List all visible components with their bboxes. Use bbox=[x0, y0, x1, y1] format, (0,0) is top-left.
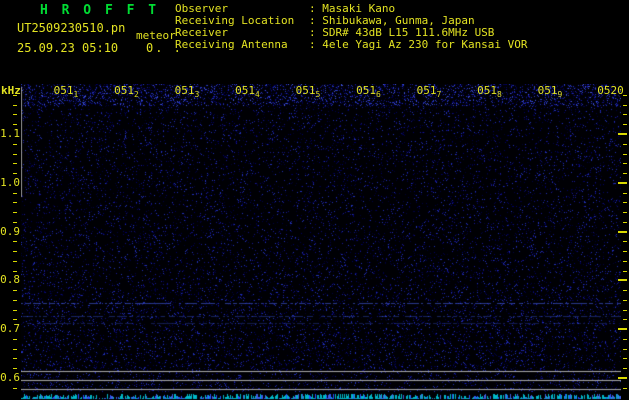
time-tick-label: 0515 bbox=[296, 84, 321, 97]
freq-minor-tick-right bbox=[623, 251, 627, 252]
freq-minor-tick-left bbox=[13, 114, 17, 115]
station-info-block: Observer: Masaki KanoReceiving Location:… bbox=[175, 3, 528, 51]
freq-minor-tick-left bbox=[13, 339, 17, 340]
time-tick-label: 0514 bbox=[235, 84, 260, 97]
freq-minor-tick-left bbox=[13, 388, 17, 389]
freq-minor-tick-right bbox=[623, 193, 627, 194]
freq-minor-tick-left bbox=[13, 124, 17, 125]
info-value: : 4ele Yagi Az 230 for Kansai VOR bbox=[309, 38, 528, 51]
freq-minor-tick-right bbox=[623, 368, 627, 369]
freq-major-tick-right bbox=[618, 182, 627, 184]
hrofft-spectrogram-screenshot: H R O F F T UT2509230510.pn meteor 25.09… bbox=[0, 0, 629, 400]
freq-minor-tick-right bbox=[623, 261, 627, 262]
time-tick-label: 0511 bbox=[54, 84, 79, 97]
freq-tick-label: 1.0 bbox=[0, 177, 20, 189]
observation-datetime: 25.09.23 05:10 bbox=[17, 41, 118, 55]
freq-minor-tick-right bbox=[623, 202, 627, 203]
freq-minor-tick-left bbox=[13, 271, 17, 272]
freq-tick-label: 0.6 bbox=[0, 372, 20, 384]
app-title: H R O F F T bbox=[40, 3, 159, 18]
freq-major-tick-right bbox=[618, 328, 627, 330]
freq-major-tick-right bbox=[618, 133, 627, 135]
freq-minor-tick-left bbox=[13, 95, 17, 96]
freq-minor-tick-right bbox=[623, 358, 627, 359]
freq-minor-tick-right bbox=[623, 290, 627, 291]
freq-minor-tick-right bbox=[623, 300, 627, 301]
time-tick-label: 0519 bbox=[538, 84, 563, 97]
freq-minor-tick-left bbox=[13, 222, 17, 223]
freq-minor-tick-left bbox=[13, 163, 17, 164]
freq-minor-tick-left bbox=[13, 193, 17, 194]
freq-minor-tick-right bbox=[623, 339, 627, 340]
freq-minor-tick-left bbox=[13, 319, 17, 320]
freq-minor-tick-right bbox=[623, 163, 627, 164]
freq-minor-tick-left bbox=[13, 241, 17, 242]
freq-tick-label: 0.7 bbox=[0, 323, 20, 335]
info-row: Receiving Antenna: 4ele Yagi Az 230 for … bbox=[175, 39, 528, 51]
output-filename: UT2509230510.pn bbox=[17, 21, 125, 35]
freq-minor-tick-right bbox=[623, 241, 627, 242]
freq-major-tick-right bbox=[618, 279, 627, 281]
freq-minor-tick-right bbox=[623, 105, 627, 106]
freq-minor-tick-right bbox=[623, 124, 627, 125]
time-tick-label: 0516 bbox=[356, 84, 381, 97]
freq-minor-tick-right bbox=[623, 319, 627, 320]
freq-minor-tick-left bbox=[13, 261, 17, 262]
freq-minor-tick-left bbox=[13, 173, 17, 174]
freq-minor-tick-left bbox=[13, 290, 17, 291]
freq-major-tick-right bbox=[618, 377, 627, 379]
freq-tick-label: 0.8 bbox=[0, 274, 20, 286]
freq-minor-tick-left bbox=[13, 300, 17, 301]
freq-minor-tick-right bbox=[623, 388, 627, 389]
freq-minor-tick-left bbox=[13, 212, 17, 213]
freq-minor-tick-right bbox=[623, 271, 627, 272]
freq-minor-tick-left bbox=[13, 144, 17, 145]
freq-minor-tick-right bbox=[623, 154, 627, 155]
freq-minor-tick-left bbox=[13, 154, 17, 155]
freq-minor-tick-left bbox=[13, 251, 17, 252]
freq-major-tick-right bbox=[618, 231, 627, 233]
freq-minor-tick-left bbox=[13, 358, 17, 359]
freq-minor-tick-left bbox=[13, 349, 17, 350]
freq-minor-tick-right bbox=[623, 222, 627, 223]
freq-minor-tick-right bbox=[623, 349, 627, 350]
freq-tick-label: 0.9 bbox=[0, 226, 20, 238]
freq-minor-tick-left bbox=[13, 368, 17, 369]
time-tick-label: 0520 bbox=[597, 84, 624, 97]
freq-minor-tick-right bbox=[623, 144, 627, 145]
time-tick-label: 0518 bbox=[477, 84, 502, 97]
freq-minor-tick-left bbox=[13, 105, 17, 106]
freq-minor-tick-right bbox=[623, 173, 627, 174]
freq-minor-tick-left bbox=[13, 310, 17, 311]
freq-minor-tick-right bbox=[623, 114, 627, 115]
time-tick-label: 0517 bbox=[417, 84, 442, 97]
freq-minor-tick-right bbox=[623, 212, 627, 213]
spectrogram-canvas bbox=[21, 84, 621, 400]
freq-minor-tick-left bbox=[13, 202, 17, 203]
freq-axis-unit-label: kHz bbox=[1, 84, 21, 97]
freq-tick-label: 1.1 bbox=[0, 128, 20, 140]
time-tick-label: 0513 bbox=[175, 84, 200, 97]
info-label: Receiving Antenna bbox=[175, 39, 309, 51]
time-tick-label: 0512 bbox=[114, 84, 139, 97]
freq-minor-tick-right bbox=[623, 310, 627, 311]
